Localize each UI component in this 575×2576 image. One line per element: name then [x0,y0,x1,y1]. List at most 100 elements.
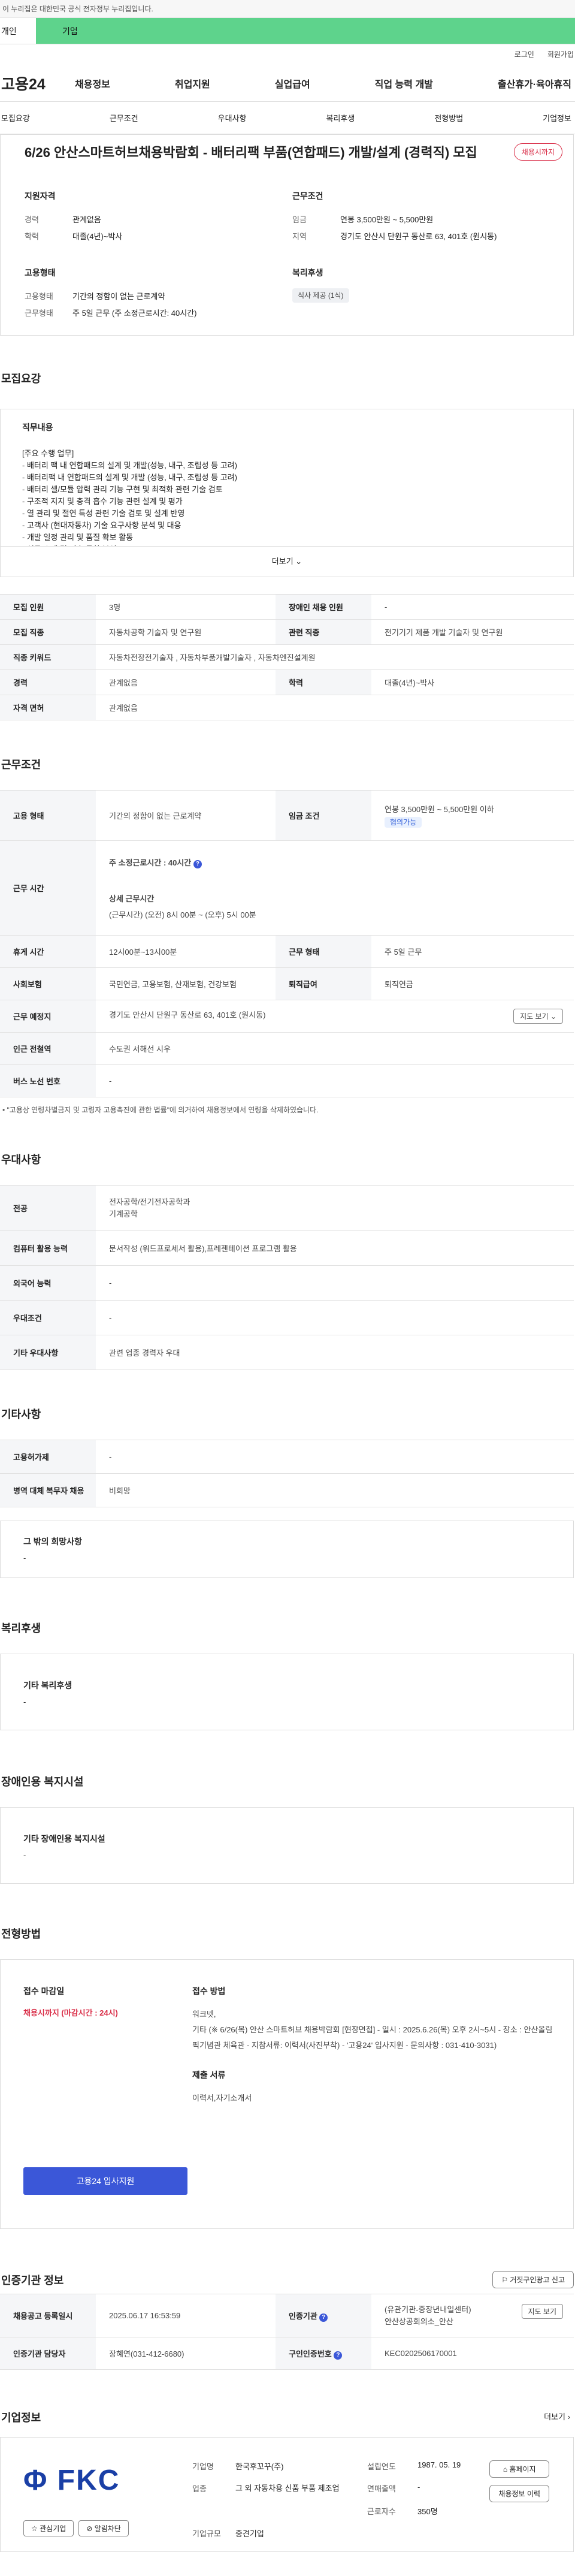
disability-card-value: - [23,1851,26,1860]
desc-line: - 배터리팩 내 연합패드의 설계 및 개발 (성능, 내구, 조립성 등 고려… [22,473,237,482]
info-value [417,2527,506,2539]
th: 직종 키워드 [0,644,96,670]
th: 근무 예정지 [0,1000,96,1033]
more-button[interactable]: 더보기 ⌄ [1,546,573,577]
table-row: 직종 키워드 자동차전장전기술자 , 자동차부품개발기술자 , 자동차엔진설계원 [0,644,574,670]
top-tabs: 개인 기업 [0,18,575,44]
td: 자동차공학 기술자 및 연구원 [96,619,276,645]
map-button[interactable]: 지도 보기 ⌄ [513,1009,563,1024]
process-card: 접수 마감일 채용시까지 (마감시간 : 24시) 접수 방법 워크넷, 기타 … [0,1959,574,2229]
td: 대졸(4년)~박사 [371,669,574,695]
td: 장혜연(031-412-6680) [96,2337,276,2370]
td: 비희망 [96,1473,574,1507]
subnav-welfare[interactable]: 복리후생 [326,112,355,123]
gnb-item-jobs[interactable]: 채용정보 [75,76,110,91]
td: - [96,1440,574,1474]
info-key: 연매출액 [367,2484,396,2493]
more-label: 더보기 [271,557,293,566]
th: 전공 [0,1185,96,1231]
cert-no-label-cell: 구인인증번호 ? [276,2337,371,2370]
table-row: 채용공고 등록일시 2025.06.17 16:53:59 인증기관 ? (유관기관-… [0,2294,574,2337]
site-logo[interactable]: 고용24 [0,73,75,94]
th: 인근 전철역 [0,1032,96,1065]
gnb-item-leave[interactable]: 출산휴가·육아휴직 [498,76,571,91]
subnav-summary[interactable]: 모집요강 [1,112,30,123]
subnav-process[interactable]: 전형방법 [434,112,463,123]
job-header: 6/26 안산스마트허브채용박람회 - 배터리팩 부품(연합패드) 개발/설계 … [0,134,574,336]
login-link[interactable]: 로그인 [515,44,534,65]
certify-table: 채용공고 등록일시 2025.06.17 16:53:59 인증기관 ? (유관기관-… [0,2294,574,2370]
org-map-button[interactable]: 지도 보기 [521,2303,563,2319]
subnav-conditions[interactable]: 근무조건 [110,112,138,123]
region-label: 지역 [292,232,307,241]
section-title-certify: 인증기관 정보 [1,2275,64,2287]
section-title-company: 기업정보 [1,2412,41,2424]
th: 컴퓨터 활용 능력 [0,1230,96,1266]
report-button[interactable]: ⚐ 거짓구인광고 신고 [492,2271,574,2288]
table-row: 고용허가제 - [0,1440,574,1474]
th: 학력 [276,669,371,695]
disability-card-title: 기타 장애인용 복지시설 [23,1834,105,1844]
homepage-label: 홈페이지 [509,2465,536,2474]
main-nav: 고용24 채용정보 취업지원 실업급여 직업 능력 개발 출산휴가·육아휴직 [0,65,575,102]
th: 모집 인원 [0,594,96,620]
table-row: 인증기관 담당자 장혜연(031-412-6680) 구인인증번호 ? KEC0202… [0,2337,574,2370]
table-row: 모집 직종 자동차공학 기술자 및 연구원 관련 직종 전기기기 제품 개발 기술자 … [0,619,574,645]
gnb-item-employment-support[interactable]: 취업지원 [175,76,210,91]
td: 관계없음 [96,695,574,720]
desc-line: - 개발 일정 관리 및 품질 확보 활동 [22,533,134,542]
info-value: 중견기업 [235,2529,264,2538]
info-key: 설립연도 [367,2462,396,2471]
th: 버스 노선 번호 [0,1064,96,1097]
gnb-item-training[interactable]: 직업 능력 개발 [375,76,433,91]
career-label: 경력 [25,215,39,224]
company-logo-text: FKC [57,2465,120,2496]
th: 우대조건 [0,1300,96,1335]
welfare-heading: 복리후생 [292,268,323,277]
homepage-button[interactable]: ⌂ 홈페이지 [489,2460,549,2478]
company-info: 기업명 한국후꼬꾸(주) 설립연도 1987. 05. 19 업종 그 외 자동차용 신… [192,2460,506,2539]
job-description-card: 직무내용 [주요 수행 업무] - 배터리 팩 내 연합패드의 설계 및 개발(성… [0,409,574,577]
section-title-process: 전형방법 [1,1928,41,1940]
chevron-down-icon: ⌄ [550,1012,556,1021]
wage-cell: 연봉 3,500만원 ~ 5,500만원 이하 협의가능 [371,790,574,841]
deadline-badge: 채용시까지 [513,143,562,161]
table-row: 외국어 능력 - [0,1265,574,1301]
desc-line: - 고객사 (현대자동차) 기술 요구사항 분석 및 대응 [22,521,181,530]
method-line: 기타 (※ 6/26(목) 안산 스마트허브 채용박람회 [현장면접] - 일시… [192,2025,553,2050]
td: KEC0202506170001 [371,2337,574,2370]
wish-title: 그 밖의 희망사항 [23,1537,82,1546]
info-icon[interactable]: ? [193,859,202,868]
certify-org-cell: (유관기관-중장년내일센터) 안산상공회의소_안산 지도 보기 [371,2294,574,2337]
section-title-benefits: 복리후생 [1,1622,41,1634]
signup-link[interactable]: 회원가입 [547,44,574,65]
tab-company[interactable]: 기업 [36,18,575,44]
tab-personal[interactable]: 개인 [0,18,36,44]
qualification-block: 지원자격 경력 관계없음 학력 대졸(4년)~박사 [25,190,292,245]
td: - [96,1300,574,1335]
desc-line: - 열 관리 및 절연 특성 관련 기술 검토 및 설계 반영 [22,509,185,518]
table-row: 근무 시간 주 소정근로시간 : 40시간 ? 상세 근무시간 (근무시간) (오전)… [0,840,574,936]
wage-label: 임금 [292,215,307,224]
company-logo: Φ FKC [23,2464,120,2497]
fav-company-button[interactable]: ☆ 관심기업 [23,2520,74,2536]
job-history-button[interactable]: 채용정보 이력 [489,2485,549,2502]
map-label: 지도 보기 [520,1012,549,1021]
info-icon[interactable]: ? [319,2313,328,2322]
info-icon[interactable]: ? [334,2351,343,2360]
certify-org-value: (유관기관-중장년내일센터) 안산상공회의소_안산 [385,2304,471,2326]
etc-table: 고용허가제 - 병역 대체 복무자 채용 비희망 [0,1440,574,1507]
company-header: 기업정보 더보기 › [0,2409,575,2437]
hours-cell: 주 소정근로시간 : 40시간 ? 상세 근무시간 (근무시간) (오전) 8시 0… [96,840,574,936]
subnav-prefer[interactable]: 우대사항 [218,112,247,123]
note-text: "고용상 연령차별금지 및 고령자 고용촉진에 관한 법률"에 의거하여 채용정… [7,1106,319,1114]
info-value: 한국후꼬꾸(주) [235,2462,284,2471]
subnav-company[interactable]: 기업정보 [543,112,571,123]
company-more-link[interactable]: 더보기 › [544,2411,570,2422]
apply-button[interactable]: 고용24 입사지원 [23,2167,187,2195]
th: 사회보험 [0,967,96,1000]
block-alert-button[interactable]: ⊘ 알림차단 [78,2520,129,2536]
work-condition-heading: 근무조건 [292,191,323,201]
th: 외국어 능력 [0,1265,96,1301]
gnb-item-unemployment[interactable]: 실업급여 [275,76,310,91]
